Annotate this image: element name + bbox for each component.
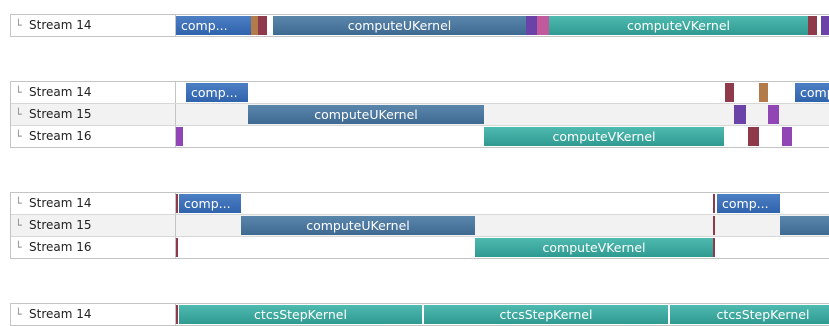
activity-marker[interactable] — [748, 127, 759, 146]
kernel-block[interactable]: computeVKernel — [475, 238, 713, 257]
kernel-block[interactable]: computeUKernel — [241, 216, 475, 235]
kernel-block[interactable]: ctcsStepKernel — [179, 305, 422, 324]
kernel-block[interactable]: comp... — [717, 194, 780, 213]
stream-track: ctcsStepKernel ctcsStepKernel ctcsStepKern… — [176, 304, 829, 325]
tree-branch-icon: └ — [15, 130, 22, 143]
tree-branch-icon: └ — [15, 241, 22, 254]
activity-marker[interactable] — [258, 16, 267, 35]
timeline-panel-3: └ Stream 14 comp... comp... └ Stream 15 comput… — [10, 192, 829, 259]
activity-marker[interactable] — [713, 238, 715, 257]
stream-row[interactable]: └ Stream 15 computeUKernel — [11, 215, 829, 237]
stream-row[interactable]: └ Stream 14 ctcsStepKernel ctcsStepKernel ct… — [11, 304, 829, 325]
kernel-block[interactable]: computeVKernel — [549, 16, 808, 35]
stream-label[interactable]: └ Stream 15 — [11, 215, 176, 236]
activity-marker[interactable] — [768, 105, 779, 124]
timeline-panel-4: └ Stream 14 ctcsStepKernel ctcsStepKernel ct… — [10, 303, 829, 326]
timeline-panel-1: └ Stream 14 comp... computeUKernel computeVK… — [10, 14, 829, 37]
activity-marker[interactable] — [176, 194, 178, 213]
kernel-block[interactable]: ctcsStepKernel — [670, 305, 829, 324]
tree-branch-icon: └ — [15, 108, 22, 121]
activity-marker[interactable] — [176, 305, 178, 324]
stream-track: comp... comp... — [176, 193, 829, 214]
stream-label[interactable]: └ Stream 15 — [11, 104, 176, 125]
stream-name: Stream 14 — [29, 18, 92, 32]
kernel-block[interactable]: comp — [795, 83, 829, 102]
stream-name: Stream 14 — [29, 307, 92, 321]
stream-name: Stream 14 — [29, 196, 92, 210]
activity-marker[interactable] — [759, 83, 768, 102]
activity-marker[interactable] — [176, 238, 178, 257]
tree-branch-icon: └ — [15, 197, 22, 210]
activity-marker[interactable] — [713, 216, 715, 235]
stream-label[interactable]: └ Stream 16 — [11, 126, 176, 147]
activity-marker[interactable] — [713, 194, 715, 213]
stream-label[interactable]: └ Stream 14 — [11, 82, 176, 103]
stream-label[interactable]: └ Stream 14 — [11, 304, 176, 325]
stream-track: computeUKernel — [176, 104, 829, 125]
stream-row[interactable]: └ Stream 15 computeUKernel — [11, 104, 829, 126]
stream-label[interactable]: └ Stream 14 — [11, 193, 176, 214]
stream-track: computeUKernel — [176, 215, 829, 236]
stream-name: Stream 15 — [29, 218, 92, 232]
stream-name: Stream 15 — [29, 107, 92, 121]
tree-branch-icon: └ — [15, 19, 22, 32]
stream-name: Stream 16 — [29, 129, 92, 143]
activity-marker[interactable] — [782, 127, 792, 146]
kernel-block[interactable]: computeVKernel — [484, 127, 724, 146]
stream-label[interactable]: └ Stream 16 — [11, 237, 176, 258]
kernel-block[interactable]: comp... — [179, 194, 241, 213]
kernel-block[interactable]: computeUKernel — [248, 105, 484, 124]
activity-marker[interactable] — [526, 16, 537, 35]
stream-row[interactable]: └ Stream 14 comp... computeUKernel computeVK… — [11, 15, 829, 36]
stream-row[interactable]: └ Stream 16 computeVKernel — [11, 237, 829, 258]
stream-row[interactable]: └ Stream 14 comp... comp... — [11, 193, 829, 215]
stream-label[interactable]: └ Stream 14 — [11, 15, 176, 36]
kernel-block[interactable]: computeUKernel — [273, 16, 526, 35]
stream-name: Stream 14 — [29, 85, 92, 99]
kernel-block[interactable]: comp... — [176, 16, 251, 35]
activity-marker[interactable] — [821, 16, 829, 35]
stream-track: computeVKernel — [176, 237, 829, 258]
stream-name: Stream 16 — [29, 240, 92, 254]
activity-marker[interactable] — [734, 105, 746, 124]
kernel-block[interactable] — [780, 216, 829, 235]
kernel-block[interactable]: ctcsStepKernel — [424, 305, 668, 324]
stream-track: computeVKernel — [176, 126, 829, 147]
tree-branch-icon: └ — [15, 219, 22, 232]
tree-branch-icon: └ — [15, 86, 22, 99]
tree-branch-icon: └ — [15, 308, 22, 321]
activity-marker[interactable] — [808, 16, 817, 35]
activity-marker[interactable] — [537, 16, 549, 35]
kernel-block[interactable]: comp... — [186, 83, 248, 102]
stream-track: comp... computeUKernel computeVKernel — [176, 15, 829, 36]
timeline-panel-2: └ Stream 14 comp... comp └ Stream 15 computeUK… — [10, 81, 829, 148]
activity-marker[interactable] — [725, 83, 734, 102]
stream-row[interactable]: └ Stream 16 computeVKernel — [11, 126, 829, 147]
activity-marker[interactable] — [176, 127, 183, 146]
stream-row[interactable]: └ Stream 14 comp... comp — [11, 82, 829, 104]
stream-track: comp... comp — [176, 82, 829, 103]
